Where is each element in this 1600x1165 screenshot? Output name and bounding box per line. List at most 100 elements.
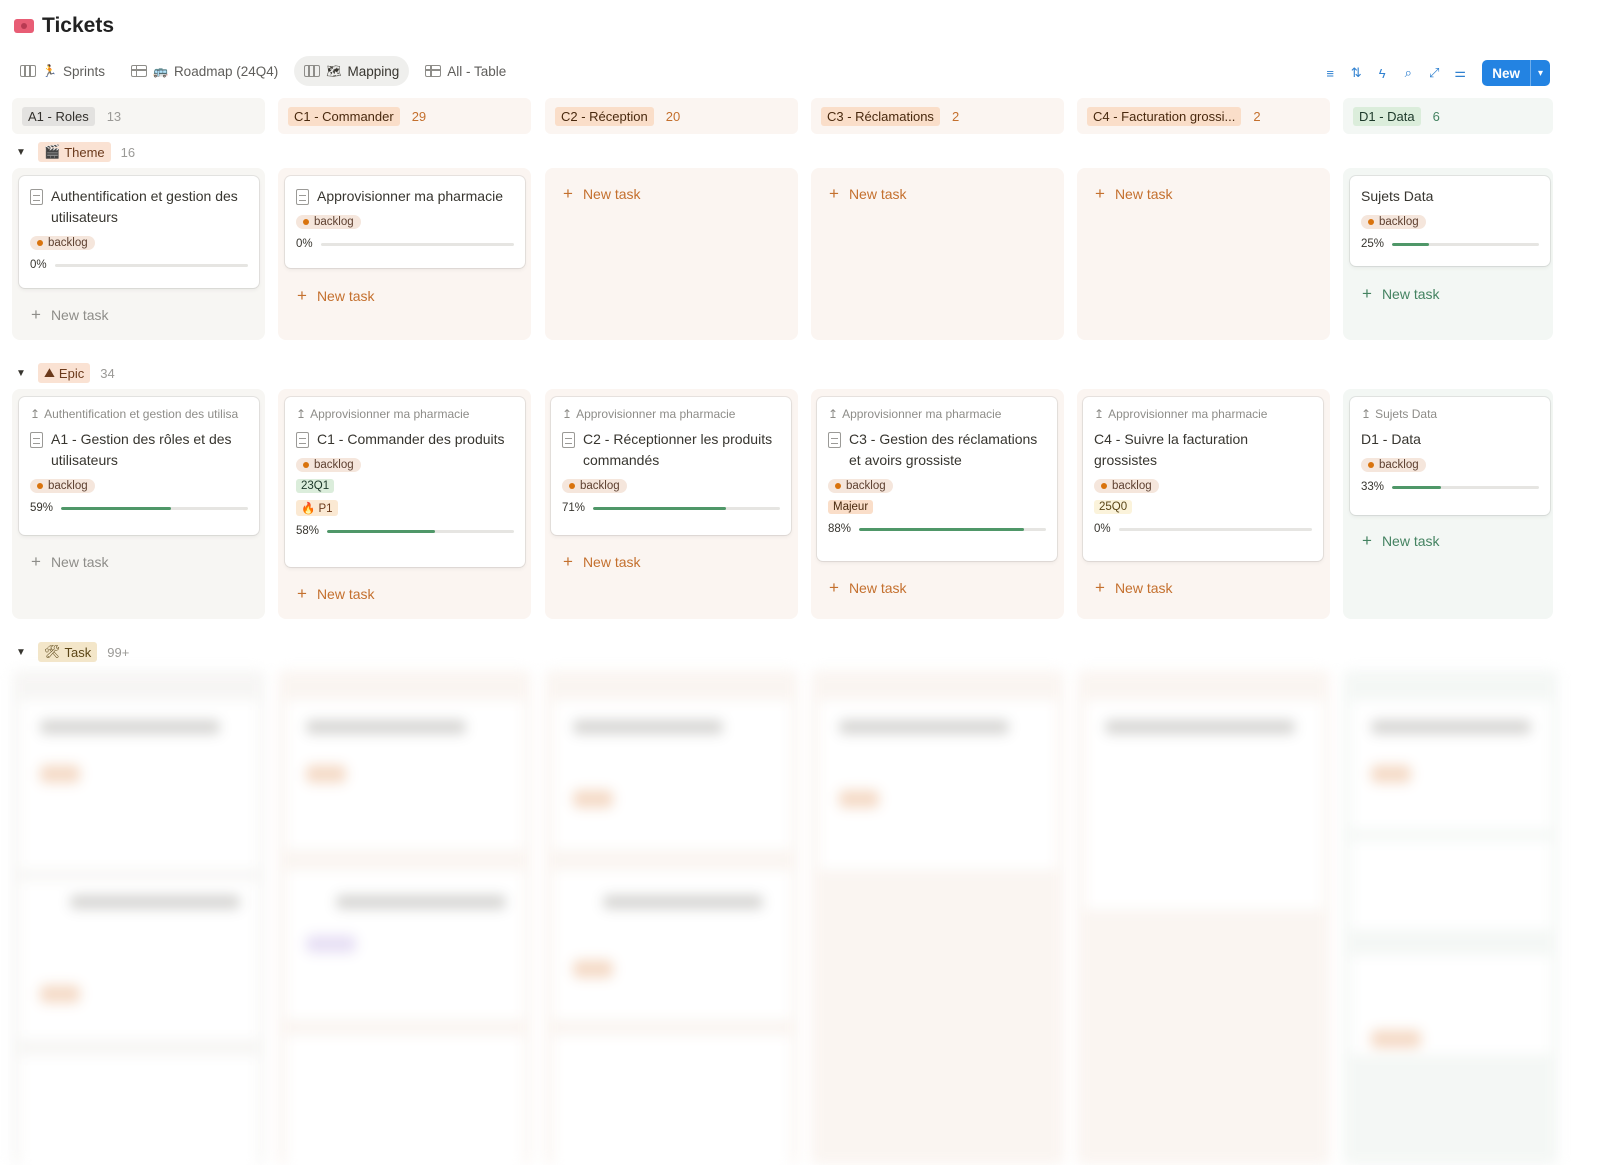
page-header: Tickets bbox=[14, 14, 114, 38]
column-count: 6 bbox=[1432, 108, 1440, 124]
search-icon[interactable]: ⌕ bbox=[1400, 62, 1416, 84]
group-header-epic[interactable]: ▼ ⛰ Epic 34 bbox=[16, 363, 115, 383]
new-task-button[interactable]: + New task bbox=[285, 279, 525, 313]
arrow-up-icon: ↥ bbox=[1094, 407, 1105, 421]
card-title: D1 - Data bbox=[1361, 431, 1421, 447]
card-theme[interactable]: Authentification et gestion des utilisat… bbox=[19, 176, 259, 288]
column-count: 20 bbox=[665, 108, 681, 124]
card-epic[interactable]: ↥ Approvisionner ma pharmacie C4 - Suivre… bbox=[1083, 397, 1323, 561]
tab-all-table[interactable]: All - Table bbox=[415, 56, 516, 86]
parent-link[interactable]: ↥ Approvisionner ma pharmacie bbox=[828, 407, 1046, 421]
status-badge: backlog bbox=[1094, 479, 1159, 493]
plus-icon: + bbox=[31, 552, 41, 571]
progress-fill bbox=[593, 506, 726, 510]
document-icon bbox=[30, 189, 43, 205]
caret-down-icon[interactable]: ▼ bbox=[16, 368, 28, 379]
column-header-c1[interactable]: C1 - Commander 29 bbox=[278, 98, 531, 134]
parent-link[interactable]: ↥ Approvisionner ma pharmacie bbox=[562, 407, 780, 421]
column-count: 29 bbox=[411, 108, 427, 124]
new-task-button[interactable]: + New task bbox=[19, 298, 259, 332]
status-badge: backlog bbox=[1361, 215, 1426, 229]
new-task-button[interactable]: + New task bbox=[551, 545, 791, 579]
plus-icon: + bbox=[1362, 284, 1372, 303]
parent-link[interactable]: ↥ Sujets Data bbox=[1361, 407, 1539, 421]
card-theme[interactable]: Sujets Data backlog 25% bbox=[1350, 176, 1550, 266]
parent-link[interactable]: ↥ Authentification et gestion des utilisa bbox=[30, 407, 248, 421]
group-header-theme[interactable]: ▼ 🎬 Theme 16 bbox=[16, 142, 135, 162]
status-badge: backlog bbox=[1361, 458, 1426, 472]
card-epic[interactable]: ↥ Approvisionner ma pharmacie C1 - Comman… bbox=[285, 397, 525, 567]
card-epic[interactable]: ↥ Sujets Data D1 - Data backlog 33% bbox=[1350, 397, 1550, 515]
new-task-button[interactable]: + New task bbox=[1350, 277, 1550, 311]
progress-fill bbox=[61, 506, 172, 510]
tab-roadmap[interactable]: 🚌 Roadmap (24Q4) bbox=[121, 56, 288, 86]
column-count: 13 bbox=[106, 108, 122, 124]
progress: 71% bbox=[562, 502, 780, 514]
blurred-task-area bbox=[10, 670, 1558, 1165]
parent-link[interactable]: ↥ Approvisionner ma pharmacie bbox=[296, 407, 514, 421]
document-icon bbox=[562, 432, 575, 448]
group-label: 🎬 Theme bbox=[38, 142, 111, 162]
tab-label: All - Table bbox=[447, 63, 507, 79]
ticket-icon bbox=[14, 19, 34, 33]
arrow-up-icon: ↥ bbox=[296, 407, 307, 421]
new-task-button[interactable]: + New task bbox=[285, 577, 525, 611]
new-task-button[interactable]: + New task bbox=[817, 571, 1057, 605]
group-count: 34 bbox=[100, 365, 115, 381]
column-header-c2[interactable]: C2 - Réception 20 bbox=[545, 98, 798, 134]
settings-icon[interactable]: ⚌ bbox=[1452, 62, 1468, 84]
new-task-button[interactable]: + New task bbox=[551, 177, 791, 211]
quarter-tag: 23Q1 bbox=[296, 479, 335, 493]
document-icon bbox=[296, 432, 309, 448]
card-title: Sujets Data bbox=[1361, 188, 1434, 204]
tab-mapping[interactable]: 🗺 Mapping bbox=[294, 56, 410, 86]
progress: 0% bbox=[296, 238, 514, 250]
column-header-c3[interactable]: C3 - Réclamations 2 bbox=[811, 98, 1064, 134]
progress-fill bbox=[859, 527, 1024, 531]
new-task-button[interactable]: + New task bbox=[1083, 177, 1323, 211]
new-task-button[interactable]: + New task bbox=[1083, 571, 1323, 605]
card-title: C1 - Commander des produits bbox=[317, 431, 505, 447]
column-label: C3 - Réclamations bbox=[821, 106, 940, 126]
plus-icon: + bbox=[1362, 531, 1372, 550]
status-badge: backlog bbox=[828, 479, 893, 493]
new-task-button[interactable]: + New task bbox=[817, 177, 1057, 211]
caret-down-icon[interactable]: ▼ bbox=[16, 647, 28, 658]
card-title: Authentification et gestion des utilisat… bbox=[51, 188, 238, 225]
new-task-button[interactable]: + New task bbox=[1350, 524, 1550, 558]
tab-sprints[interactable]: 🏃 Sprints bbox=[10, 56, 115, 86]
card-title: C2 - Réceptionner les produits commandés bbox=[583, 431, 773, 468]
column-label: C1 - Commander bbox=[288, 106, 400, 126]
column-header-a1[interactable]: A1 - Roles 13 bbox=[12, 98, 265, 134]
card-epic[interactable]: ↥ Approvisionner ma pharmacie C2 - Récept… bbox=[551, 397, 791, 535]
expand-icon[interactable]: ⤢ bbox=[1426, 62, 1442, 84]
board-icon bbox=[20, 65, 36, 77]
group-count: 99+ bbox=[107, 644, 130, 660]
table-icon bbox=[425, 65, 442, 77]
chevron-down-icon[interactable]: ▾ bbox=[1529, 60, 1550, 86]
progress: 0% bbox=[1094, 523, 1312, 535]
caret-down-icon[interactable]: ▼ bbox=[16, 147, 28, 158]
page-title: Tickets bbox=[42, 14, 114, 37]
column-header-d1[interactable]: D1 - Data 6 bbox=[1343, 98, 1553, 134]
arrow-up-icon: ↥ bbox=[828, 407, 839, 421]
group-label: ⛰ Epic bbox=[38, 363, 91, 383]
card-epic[interactable]: ↥ Authentification et gestion des utilisa… bbox=[19, 397, 259, 535]
filter-icon[interactable]: ≡ bbox=[1322, 62, 1338, 84]
document-icon bbox=[828, 432, 841, 448]
card-epic[interactable]: ↥ Approvisionner ma pharmacie C3 - Gestio… bbox=[817, 397, 1057, 561]
lightning-icon[interactable]: ϟ bbox=[1374, 62, 1390, 84]
new-button[interactable]: New ▾ bbox=[1482, 60, 1550, 86]
column-count: 2 bbox=[951, 108, 960, 124]
card-theme[interactable]: Approvisionner ma pharmacie backlog 0% bbox=[285, 176, 525, 268]
sort-icon[interactable]: ⇅ bbox=[1348, 62, 1364, 84]
severity-tag: Majeur bbox=[828, 500, 874, 514]
view-tabs: 🏃 Sprints 🚌 Roadmap (24Q4) 🗺 Mapping All… bbox=[10, 56, 516, 86]
status-badge: backlog bbox=[30, 236, 95, 250]
column-header-c4[interactable]: C4 - Facturation grossi... 2 bbox=[1077, 98, 1330, 134]
board-icon bbox=[304, 65, 321, 77]
parent-link[interactable]: ↥ Approvisionner ma pharmacie bbox=[1094, 407, 1312, 421]
new-task-button[interactable]: + New task bbox=[19, 545, 259, 579]
group-header-task[interactable]: ▼ 🛠 Task 99+ bbox=[16, 642, 129, 662]
column-label: C4 - Facturation grossi... bbox=[1087, 106, 1242, 126]
